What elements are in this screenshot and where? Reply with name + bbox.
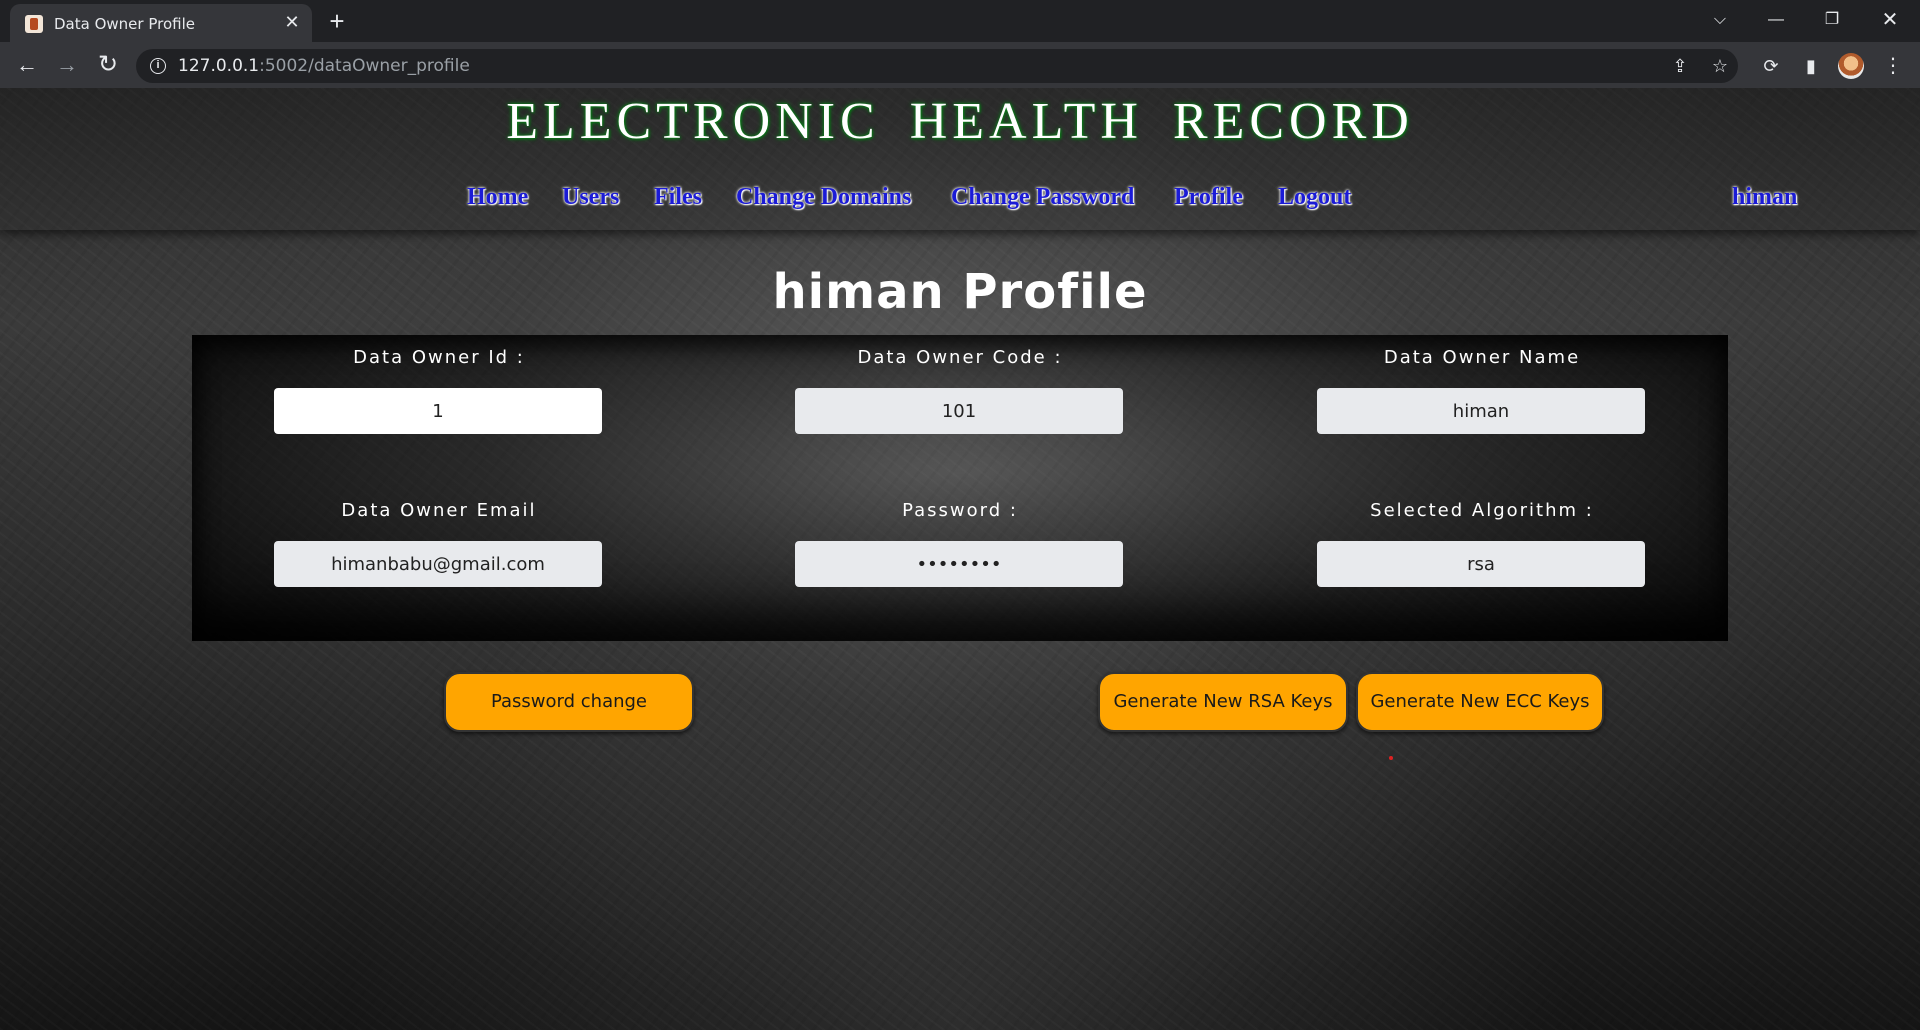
algorithm-field: Selected Algorithm : <box>1317 500 1647 587</box>
owner-email-input[interactable] <box>274 541 602 587</box>
site-title: ELECTRONIC HEALTH RECORD <box>506 93 1414 150</box>
reload-icon[interactable]: ↻ <box>93 51 123 81</box>
new-tab-button[interactable]: + <box>322 7 352 37</box>
password-label: Password : <box>902 500 1018 521</box>
password-field: Password : <box>795 500 1125 587</box>
tab-search-chevron-down-icon[interactable]: ⌵ <box>1700 4 1740 36</box>
owner-code-label: Data Owner Code : <box>857 347 1063 368</box>
owner-email-label: Data Owner Email <box>341 500 537 521</box>
algorithm-input[interactable] <box>1317 541 1645 587</box>
url-host: 127.0.0.1 <box>178 56 260 76</box>
favicon-icon <box>25 15 43 33</box>
share-icon[interactable]: ⇪ <box>1668 54 1692 78</box>
profile-form-panel: Data Owner Id : Data Owner Code : Data O… <box>192 335 1728 641</box>
page-viewport: ELECTRONIC HEALTH RECORD Home Users File… <box>0 88 1920 1030</box>
owner-name-field: Data Owner Name <box>1317 347 1647 434</box>
browser-toolbar: ← → ↻ i 127.0.0.1:5002/dataOwner_profile… <box>0 42 1920 88</box>
owner-name-input[interactable] <box>1317 388 1645 434</box>
generate-ecc-keys-button[interactable]: Generate New ECC Keys <box>1356 672 1604 732</box>
forward-arrow-icon[interactable]: → <box>52 51 82 81</box>
owner-code-input[interactable] <box>795 388 1123 434</box>
back-arrow-icon[interactable]: ← <box>12 51 42 81</box>
nav-username-link[interactable]: himan <box>1732 184 1797 211</box>
browser-tab-active[interactable]: Data Owner Profile ✕ <box>10 4 312 42</box>
url-path: :5002/dataOwner_profile <box>259 56 470 76</box>
nav-change-domains-link[interactable]: Change Domains <box>736 184 911 211</box>
site-info-icon[interactable]: i <box>150 58 166 74</box>
cursor-dot <box>1389 756 1393 760</box>
nav-files-link[interactable]: Files <box>654 184 702 211</box>
address-bar[interactable]: i 127.0.0.1:5002/dataOwner_profile ⇪ ☆ <box>136 49 1738 83</box>
generate-rsa-keys-button[interactable]: Generate New RSA Keys <box>1098 672 1348 732</box>
owner-id-input[interactable] <box>274 388 602 434</box>
nav-logout-link[interactable]: Logout <box>1278 184 1351 211</box>
page-title: himan Profile <box>772 264 1148 320</box>
nav-home-link[interactable]: Home <box>467 184 528 211</box>
browser-tabstrip: Data Owner Profile ✕ + ⌵ — ❐ ✕ <box>0 0 1920 42</box>
close-tab-icon[interactable]: ✕ <box>280 10 304 34</box>
nav-profile-link[interactable]: Profile <box>1174 184 1243 211</box>
owner-email-field: Data Owner Email <box>274 500 604 587</box>
nav-change-password-link[interactable]: Change Password <box>951 184 1134 211</box>
restore-icon[interactable]: ❐ <box>1812 4 1852 36</box>
main-navbar: Home Users Files Change Domains Change P… <box>0 184 1920 224</box>
owner-id-label: Data Owner Id : <box>353 347 525 368</box>
bookmark-star-icon[interactable]: ☆ <box>1708 54 1732 78</box>
minimize-icon[interactable]: — <box>1756 4 1796 36</box>
owner-name-label: Data Owner Name <box>1383 347 1581 368</box>
owner-code-field: Data Owner Code : <box>795 347 1125 434</box>
password-change-button[interactable]: Password change <box>444 672 694 732</box>
profile-avatar[interactable] <box>1838 53 1864 79</box>
algorithm-label: Selected Algorithm : <box>1370 500 1594 521</box>
extensions-icon[interactable]: ⟳ <box>1758 53 1784 79</box>
owner-id-field: Data Owner Id : <box>274 347 604 434</box>
site-header: ELECTRONIC HEALTH RECORD Home Users File… <box>0 88 1920 230</box>
side-panel-icon[interactable]: ▮ <box>1798 53 1824 79</box>
kebab-menu-icon[interactable]: ⋮ <box>1880 53 1906 79</box>
tab-title: Data Owner Profile <box>54 15 195 33</box>
close-window-icon[interactable]: ✕ <box>1870 4 1910 36</box>
url-text[interactable]: 127.0.0.1:5002/dataOwner_profile <box>178 56 470 76</box>
nav-users-link[interactable]: Users <box>562 184 619 211</box>
password-input[interactable] <box>795 541 1123 587</box>
